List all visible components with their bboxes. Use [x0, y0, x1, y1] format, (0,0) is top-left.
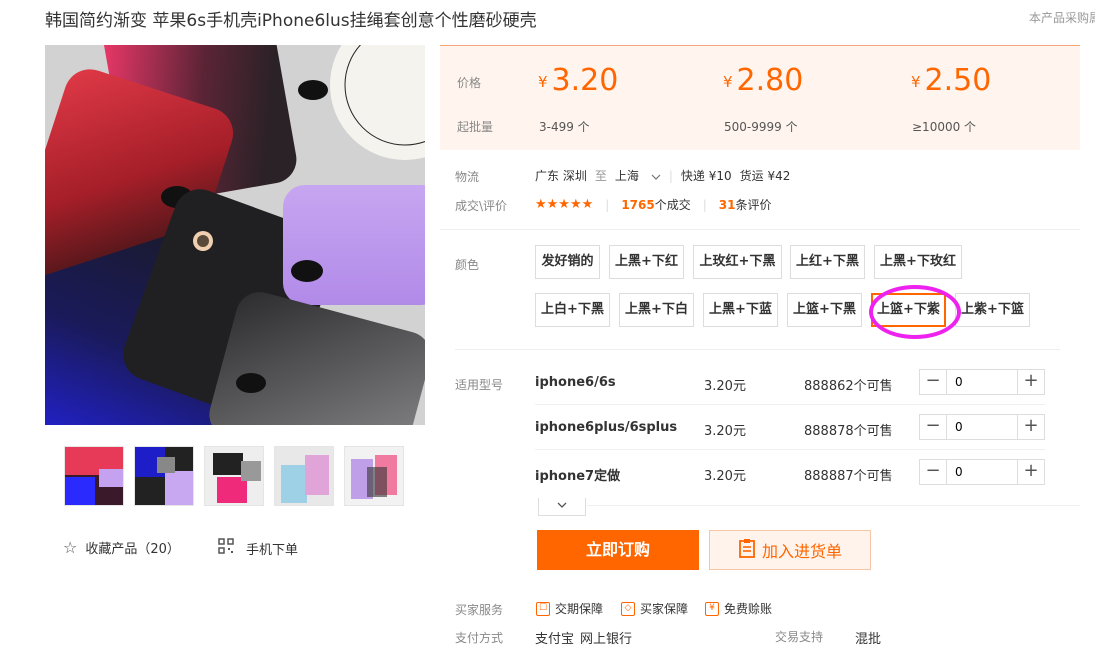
quantity-stepper: − +	[919, 414, 1045, 440]
clipboard-icon	[738, 538, 756, 562]
thumbnail-3[interactable]	[204, 446, 264, 506]
color-option-2[interactable]: 上黑+下红	[609, 245, 684, 279]
service-label: 买家保障	[640, 602, 689, 616]
divider	[535, 449, 1045, 450]
divider	[535, 404, 1045, 405]
color-option-6[interactable]: 上白+下黑	[535, 293, 610, 327]
color-option-8[interactable]: 上黑+下蓝	[703, 293, 778, 327]
decrement-button[interactable]: −	[920, 460, 947, 484]
deals-row: ★★★★★ | 1765个成交 | 31条评价	[535, 196, 772, 213]
price-tier-3: ¥2.50	[911, 63, 992, 98]
trade-support-value: 混批	[855, 632, 882, 647]
quantity-stepper: − +	[919, 459, 1045, 485]
rating-stars-icon: ★★★★★	[535, 197, 594, 212]
expand-models-button[interactable]	[538, 498, 586, 516]
decrement-button[interactable]: −	[920, 415, 947, 439]
express-fee: 快递 ¥10	[680, 169, 732, 183]
qty-range-1: 3-499 个	[539, 120, 590, 134]
chevron-down-icon	[651, 169, 661, 183]
divider: |	[668, 168, 673, 183]
add-to-cart-label: 加入进货单	[761, 542, 842, 561]
divider	[587, 505, 1080, 506]
quantity-input[interactable]	[947, 460, 1017, 484]
service-delivery-guarantee[interactable]: ☐ 交期保障	[536, 600, 603, 617]
divider	[455, 349, 1060, 350]
thumbnail-4[interactable]	[274, 446, 334, 506]
color-option-4[interactable]: 上红+下黑	[790, 245, 865, 279]
payment-method-alipay: 支付宝	[535, 632, 575, 647]
freight-fee: 货运 ¥42	[739, 169, 791, 183]
color-option-5[interactable]: 上黑+下玫红	[874, 245, 962, 279]
divider: |	[605, 197, 610, 212]
payment-label: 支付方式	[455, 631, 504, 645]
increment-button[interactable]: +	[1017, 415, 1044, 439]
service-label: 交期保障	[555, 602, 604, 616]
purchase-notice: 本产品采购属	[1029, 11, 1095, 25]
model-price: 3.20元	[704, 469, 746, 484]
favorite-product[interactable]: ☆ 收藏产品（20）	[63, 538, 180, 557]
add-to-cart-button[interactable]: 加入进货单	[709, 530, 871, 570]
deals-label: 成交\评价	[455, 199, 508, 213]
mobile-order-label: 手机下单	[246, 542, 299, 558]
thumbnail-2[interactable]	[134, 446, 194, 506]
product-title: 韩国简约渐变 苹果6s手机壳iPhone6lus挂绳套创意个性磨砂硬壳	[45, 11, 537, 31]
trade-support-label: 交易支持	[775, 630, 824, 644]
price-tier-2: ¥2.80	[723, 63, 804, 98]
increment-button[interactable]: +	[1017, 370, 1044, 394]
star-outline-icon: ☆	[63, 538, 78, 557]
logistics-destination-select[interactable]: 上海	[615, 167, 661, 184]
decrement-button[interactable]: −	[920, 370, 947, 394]
model-stock: 888878个可售	[804, 424, 893, 439]
delivery-guarantee-icon: ☐	[536, 601, 550, 616]
quantity-stepper: − +	[919, 369, 1045, 395]
color-option-9[interactable]: 上篮+下黑	[787, 293, 862, 327]
service-label: 免费赊账	[724, 602, 773, 616]
color-option-1[interactable]: 发好销的	[535, 245, 600, 279]
quantity-input[interactable]	[947, 370, 1017, 394]
price-label: 价格	[457, 76, 482, 90]
min-qty-label: 起批量	[457, 120, 494, 134]
shield-icon: ◇	[621, 601, 635, 616]
model-name: iphone6plus/6splus	[535, 420, 678, 435]
divider	[440, 229, 1080, 230]
logistics-row: 广东 深圳 至 上海 | 快递 ¥10 货运 ¥42	[535, 167, 790, 184]
buy-now-button[interactable]: 立即订购	[537, 530, 699, 570]
destination-value: 上海	[614, 169, 639, 183]
payment-method-bank: 网上银行	[580, 632, 633, 647]
services-label: 买家服务	[455, 603, 504, 617]
deal-count[interactable]: 1765个成交	[621, 196, 690, 213]
logistics-from: 广东 深圳	[535, 169, 587, 183]
model-stock: 888887个可售	[804, 469, 893, 484]
credit-icon: ¥	[705, 601, 719, 616]
price-tier-1: ¥3.20	[538, 63, 619, 98]
color-label: 颜色	[455, 258, 480, 272]
service-buyer-protection[interactable]: ◇ 买家保障	[621, 600, 688, 617]
qty-range-2: 500-9999 个	[724, 120, 798, 134]
mobile-order[interactable]: 手机下单	[218, 538, 298, 558]
model-stock: 888862个可售	[804, 379, 893, 394]
model-name: iphone6/6s	[535, 375, 616, 390]
logistics-label: 物流	[455, 170, 480, 184]
qr-code-icon	[218, 538, 234, 558]
color-option-7[interactable]: 上黑+下白	[619, 293, 694, 327]
model-name: iphone7定做	[535, 469, 621, 484]
color-option-3[interactable]: 上玫红+下黑	[693, 245, 782, 279]
divider: |	[702, 197, 707, 212]
chevron-down-icon	[556, 498, 568, 513]
increment-button[interactable]: +	[1017, 460, 1044, 484]
model-price: 3.20元	[704, 379, 746, 394]
qty-range-3: ≥10000 个	[912, 120, 977, 134]
favorite-label: 收藏产品（20）	[85, 542, 180, 557]
model-price: 3.20元	[704, 424, 746, 439]
main-product-image[interactable]	[45, 45, 425, 425]
logistics-to-word: 至	[594, 169, 607, 183]
color-option-selected[interactable]: 上篮+下紫	[871, 293, 946, 327]
color-option-11[interactable]: 上紫+下篮	[955, 293, 1030, 327]
thumbnail-5[interactable]	[344, 446, 404, 506]
review-count[interactable]: 31条评价	[719, 196, 772, 213]
service-free-credit[interactable]: ¥ 免费赊账	[705, 600, 772, 617]
thumbnail-1[interactable]	[64, 446, 124, 506]
model-label: 适用型号	[455, 378, 504, 392]
quantity-input[interactable]	[947, 415, 1017, 439]
